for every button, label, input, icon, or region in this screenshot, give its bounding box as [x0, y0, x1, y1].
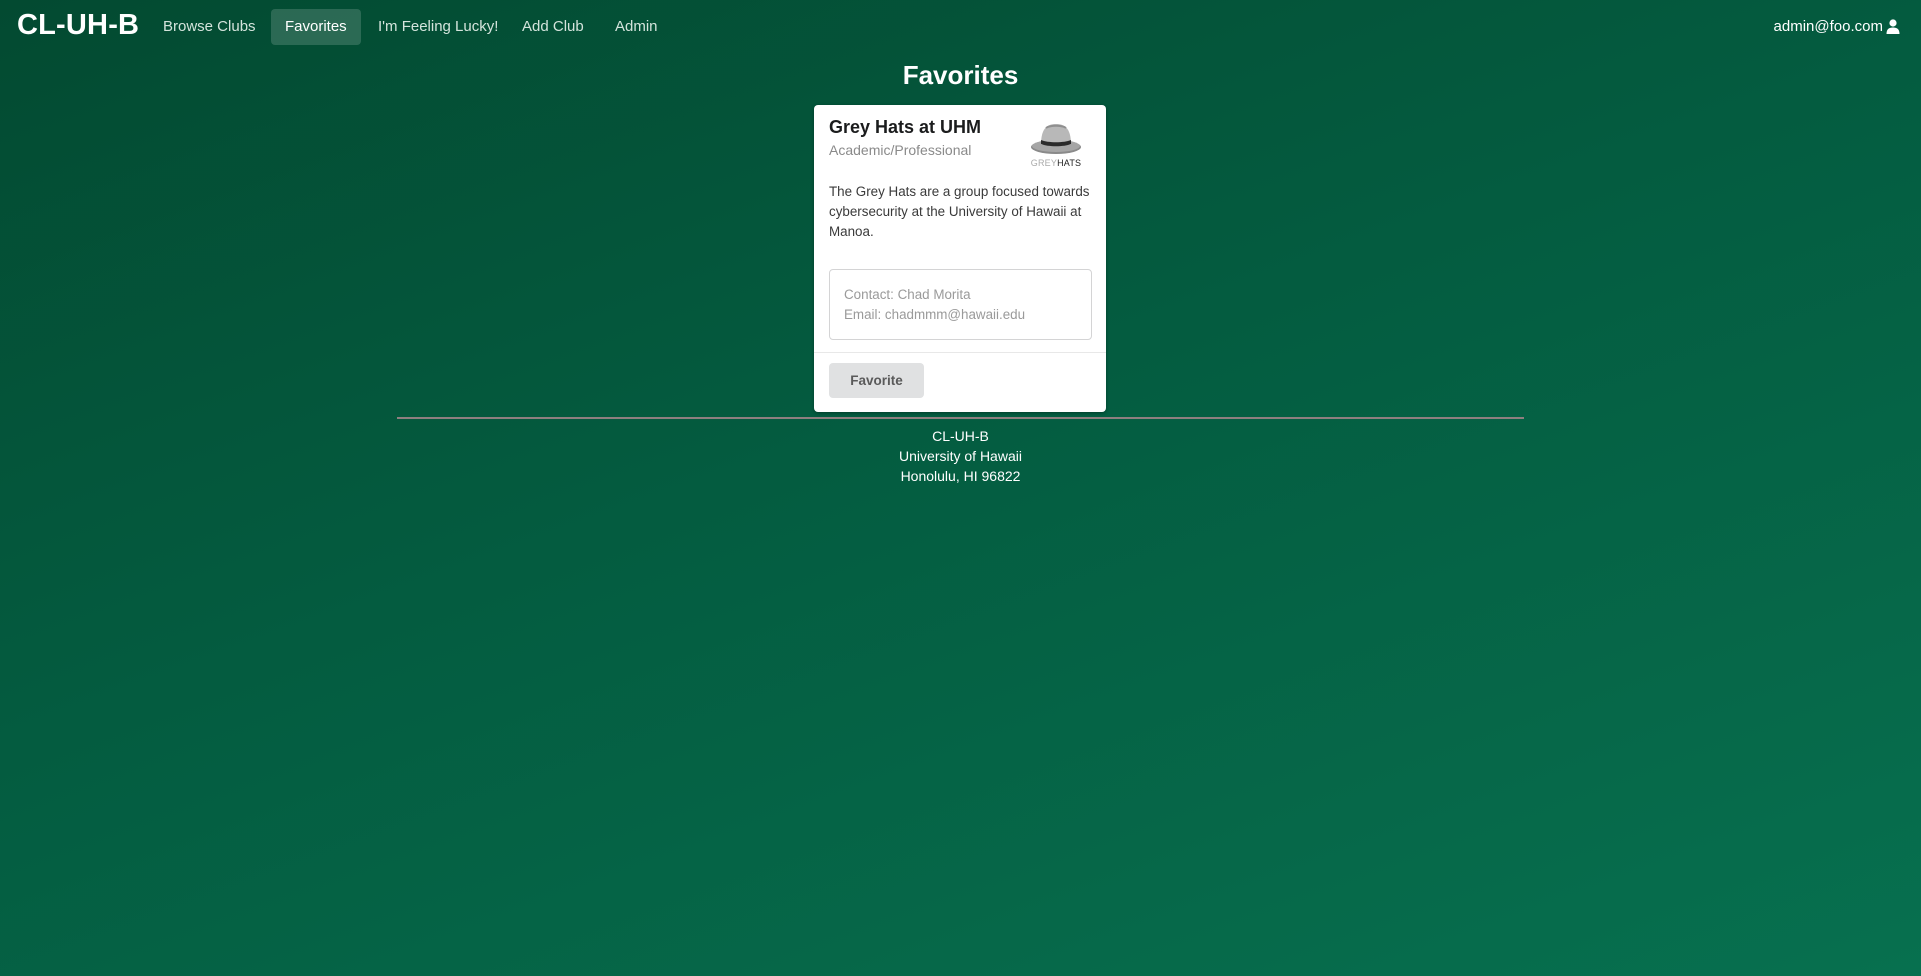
brand-logo[interactable]: CL-UH-B — [17, 9, 139, 42]
page-title: Favorites — [902, 60, 1019, 90]
nav-feeling-lucky[interactable]: I'm Feeling Lucky! — [364, 9, 512, 45]
grey-hat-logo-icon: GREYHATS — [1028, 119, 1084, 171]
footer-line-1: CL-UH-B — [932, 428, 989, 444]
nav-admin[interactable]: Admin — [601, 9, 672, 45]
club-description: The Grey Hats are a group focused toward… — [829, 184, 1090, 239]
footer: CL-UH-B University of Hawaii Honolulu, H… — [0, 426, 1921, 486]
contact-box: Contact: Chad Morita Email: chadmmm@hawa… — [829, 269, 1092, 340]
favorite-button[interactable]: Favorite — [829, 363, 924, 398]
club-card: Grey Hats at UHM Academic/Professional G… — [814, 105, 1106, 412]
nav-add-club[interactable]: Add Club — [508, 9, 598, 45]
nav-favorites[interactable]: Favorites — [271, 9, 361, 45]
nav-browse-clubs[interactable]: Browse Clubs — [149, 9, 270, 45]
contact-email: Email: chadmmm@hawaii.edu — [844, 307, 1026, 322]
user-menu[interactable]: admin@foo.com — [1774, 18, 1900, 35]
card-divider — [814, 352, 1106, 353]
logo-wordmark: GREYHATS — [1030, 158, 1082, 168]
contact-name: Contact: Chad Morita — [844, 287, 971, 302]
club-category: Academic/Professional — [829, 142, 972, 158]
card-header: Grey Hats at UHM Academic/Professional — [829, 117, 1029, 158]
footer-line-2: University of Hawaii — [899, 448, 1022, 464]
user-email: admin@foo.com — [1773, 18, 1883, 35]
user-icon — [1886, 19, 1900, 34]
footer-divider — [397, 417, 1524, 419]
navbar: CL-UH-B Browse Clubs Favorites I'm Feeli… — [0, 0, 1921, 56]
club-name: Grey Hats at UHM — [829, 117, 982, 137]
footer-line-3: Honolulu, HI 96822 — [900, 468, 1021, 484]
